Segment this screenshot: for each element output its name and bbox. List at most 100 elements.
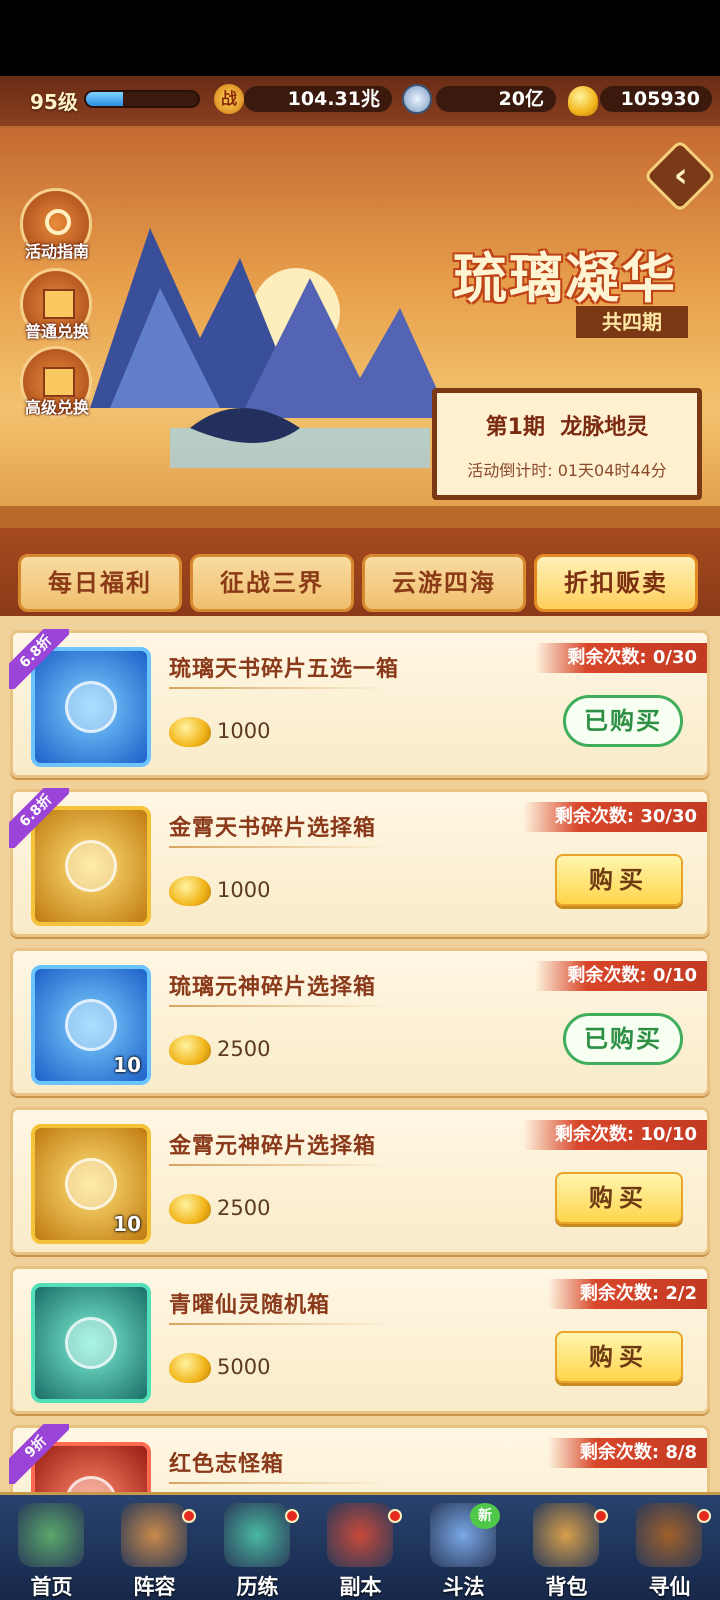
- remaining-count: 剩余次数: 0/10: [535, 961, 707, 991]
- divider: [169, 1323, 391, 1325]
- item-quantity: 10: [113, 1212, 141, 1236]
- magnifier-icon: [45, 209, 71, 235]
- discount-label: 6.8折: [9, 788, 69, 848]
- status-bar: [0, 0, 720, 76]
- discount-ribbon: 9折: [9, 1424, 69, 1484]
- item-name: 红色志怪箱: [169, 1452, 285, 1477]
- shop-item-card: 10 琉璃元神碎片选择箱 2500 剩余次数: 0/10 已购买: [10, 948, 710, 1096]
- nav-seek-immortal[interactable]: 寻仙: [618, 1495, 720, 1600]
- divider: [169, 1482, 391, 1484]
- item-name: 金霄天书碎片选择箱: [169, 816, 377, 841]
- remaining-count: 剩余次数: 2/2: [547, 1279, 707, 1309]
- combat-power-value: 104.31兆: [244, 86, 392, 112]
- gold-ingot-icon: [169, 1194, 211, 1224]
- buy-button[interactable]: 购买: [555, 1172, 683, 1224]
- nav-dungeon[interactable]: 副本: [309, 1495, 412, 1600]
- item-name: 青曜仙灵随机箱: [169, 1293, 331, 1318]
- gold-ingot-icon: [169, 1353, 211, 1383]
- notification-dot: [388, 1509, 402, 1523]
- item-price: 1000: [217, 878, 271, 902]
- divider: [169, 1164, 391, 1166]
- shop-item-card: 6.8折 琉璃天书碎片五选一箱 1000 剩余次数: 0/30 已购买: [9, 629, 710, 778]
- remaining-count: 剩余次数: 8/8: [547, 1438, 707, 1468]
- event-title: 琉璃凝华: [453, 247, 677, 310]
- remaining-count: 剩余次数: 30/30: [522, 802, 707, 832]
- item-price: 2500: [217, 1037, 271, 1061]
- tab-conquest[interactable]: 征战三界: [190, 554, 354, 612]
- discount-label: 9折: [9, 1424, 69, 1484]
- item-thumbnail: [31, 1283, 151, 1403]
- nav-backpack[interactable]: 背包: [515, 1495, 618, 1600]
- period-title: 第1期 龙脉地灵: [485, 415, 649, 440]
- shop-item-card: 10 金霄元神碎片选择箱 2500 剩余次数: 10/10 购买: [10, 1107, 710, 1255]
- gold-ingot-icon: [169, 717, 211, 747]
- shop-item-card: 6.8折 金霄天书碎片选择箱 1000 剩余次数: 30/30 购买: [9, 788, 710, 937]
- treasure-box-icon: [65, 999, 117, 1051]
- backpack-icon: [533, 1503, 599, 1567]
- remaining-count: 剩余次数: 10/10: [522, 1120, 707, 1150]
- event-countdown: 活动倒计时: 01天04时44分: [467, 461, 667, 480]
- training-icon: [224, 1503, 290, 1567]
- discount-ribbon: 6.8折: [9, 788, 69, 848]
- nav-label: 副本: [339, 1575, 382, 1599]
- item-name: 琉璃天书碎片五选一箱: [169, 657, 400, 682]
- notification-dot: [285, 1509, 299, 1523]
- treasure-box-icon: [65, 1158, 117, 1210]
- divider: [169, 687, 391, 689]
- item-name: 金霄元神碎片选择箱: [169, 1134, 377, 1159]
- nav-label: 斗法: [442, 1575, 485, 1599]
- gold-ingot-icon: [568, 86, 598, 116]
- item-quantity: 10: [113, 1053, 141, 1077]
- remaining-count: 剩余次数: 0/30: [535, 643, 707, 673]
- notification-dot: [697, 1509, 711, 1523]
- event-banner: ‹ 活动指南 普通兑换 高级兑换 琉璃凝华 共四期 第1期 龙脉地灵 活动倒计时…: [0, 128, 720, 528]
- gold-ingot-icon: [169, 1035, 211, 1065]
- treasure-box-icon: [65, 840, 117, 892]
- gold-value: 105930: [600, 86, 712, 112]
- purchased-button[interactable]: 已购买: [563, 1013, 683, 1065]
- nav-home[interactable]: 首页: [0, 1495, 103, 1600]
- nav-duel[interactable]: 新斗法: [412, 1495, 515, 1600]
- coin-value: 20亿: [436, 86, 556, 112]
- nav-label: 首页: [30, 1575, 73, 1599]
- discount-ribbon: 6.8折: [9, 629, 69, 689]
- gold-ingot-icon: [169, 876, 211, 906]
- xp-progress-bar: [84, 90, 200, 108]
- divider: [169, 1005, 391, 1007]
- treasure-box-icon: [65, 1317, 117, 1369]
- item-price: 5000: [217, 1355, 271, 1379]
- buy-button[interactable]: 购买: [555, 1331, 683, 1383]
- tab-daily-welfare[interactable]: 每日福利: [18, 554, 182, 612]
- nav-training[interactable]: 历练: [206, 1495, 309, 1600]
- gift-box-icon: [43, 289, 75, 319]
- nav-label: 阵容: [133, 1575, 176, 1599]
- item-thumbnail: 10: [31, 965, 151, 1085]
- nav-label: 历练: [236, 1575, 279, 1599]
- buy-button[interactable]: 购买: [555, 854, 683, 906]
- item-price: 2500: [217, 1196, 271, 1220]
- xp-fill: [86, 92, 123, 106]
- game-screen: 95级 战 104.31兆 20亿 105930 ‹ 活动指南 普通兑换 高级兑…: [0, 0, 720, 1600]
- tab-discount-sale[interactable]: 折扣贩卖: [534, 554, 698, 612]
- combat-power-icon: 战: [214, 84, 244, 114]
- item-thumbnail: 10: [31, 1124, 151, 1244]
- shop-item-card: 青曜仙灵随机箱 5000 剩余次数: 2/2 购买: [10, 1266, 710, 1414]
- normal-exchange-label: 普通兑换: [24, 322, 89, 341]
- tab-wander[interactable]: 云游四海: [362, 554, 526, 612]
- home-icon: [18, 1503, 84, 1567]
- notification-dot: [182, 1509, 196, 1523]
- purchased-button[interactable]: 已购买: [563, 695, 683, 747]
- item-name: 琉璃元神碎片选择箱: [169, 975, 377, 1000]
- nav-lineup[interactable]: 阵容: [103, 1495, 206, 1600]
- seek-immortal-icon: [636, 1503, 702, 1567]
- divider: [169, 846, 391, 848]
- nav-label: 背包: [545, 1575, 588, 1599]
- item-price: 1000: [217, 719, 271, 743]
- gift-box-icon: [43, 367, 75, 397]
- discount-label: 6.8折: [9, 629, 69, 689]
- notification-dot: [594, 1509, 608, 1523]
- bottom-nav: 首页 阵容 历练 副本 新斗法背包 寻仙: [0, 1492, 720, 1600]
- resource-bar: 95级 战 104.31兆 20亿 105930: [0, 76, 720, 128]
- period-panel: 第1期 龙脉地灵 活动倒计时: 01天04时44分: [432, 388, 702, 500]
- copper-coin-icon: [402, 84, 432, 114]
